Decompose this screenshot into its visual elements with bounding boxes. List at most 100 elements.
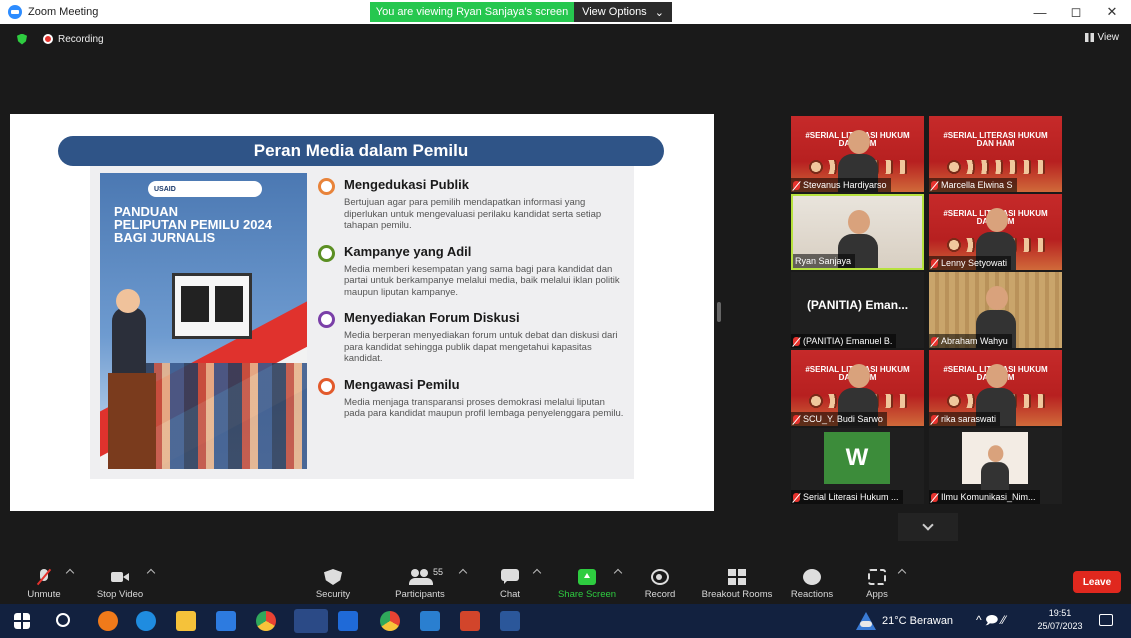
search-icon[interactable] — [56, 613, 70, 627]
breakout-rooms-button[interactable]: Breakout Rooms — [698, 560, 776, 604]
security-button[interactable]: Security — [312, 560, 354, 604]
participant-name: rika saraswati — [941, 414, 997, 424]
share-screen-button[interactable]: Share Screen — [556, 560, 618, 604]
participant-tile[interactable]: #SERIAL LITERASI HUKUM DAN HAM Stevanus H… — [791, 116, 924, 192]
participant-video-thumbnail — [962, 432, 1028, 491]
participant-tile[interactable]: Ilmu Komunikasi_Nim... — [929, 428, 1062, 504]
participants-options-caret[interactable] — [458, 568, 468, 578]
participant-tile[interactable]: #SERIAL LITERASI HUKUM DAN HAM Lenny Sety… — [929, 194, 1062, 270]
reactions-button[interactable]: Reactions — [788, 560, 836, 604]
poster-title-line: BAGI JURNALIS — [114, 230, 216, 245]
slide-point-title: Mengedukasi Publik — [344, 177, 469, 192]
chat-button[interactable]: Chat — [496, 560, 524, 604]
chat-options-caret[interactable] — [532, 568, 542, 578]
view-options-button[interactable]: View Options ⌄ — [574, 2, 672, 22]
participant-name: Abraham Wahyu — [941, 336, 1008, 346]
edge-icon[interactable] — [136, 611, 156, 631]
mic-muted-icon — [931, 414, 938, 424]
video-options-caret[interactable] — [146, 568, 156, 578]
split-resize-handle[interactable] — [717, 302, 721, 322]
windows-start-icon[interactable] — [14, 613, 30, 629]
participant-tile[interactable]: #SERIAL LITERASI HUKUM DAN HAM Marcella E… — [929, 116, 1062, 192]
participant-name: Marcella Elwina S — [941, 180, 1013, 190]
unmute-button[interactable]: Unmute — [24, 560, 64, 604]
participants-button[interactable]: 55 Participants — [392, 560, 448, 604]
photos-icon[interactable] — [420, 611, 440, 631]
mic-muted-icon — [793, 336, 800, 346]
close-button[interactable]: ✕ — [1094, 0, 1130, 24]
bullet-ring-icon — [318, 377, 335, 395]
recording-label: Recording — [58, 33, 104, 45]
participant-name: Serial Literasi Hukum ... — [803, 492, 899, 502]
participant-name: Lenny Setyowati — [941, 258, 1008, 268]
slide-point: Kampanye yang Adil Media memberi kesempat… — [318, 243, 628, 299]
system-tray-icons[interactable]: ^ 🗩 ⁄⁄ — [976, 604, 1006, 638]
participant-tile[interactable]: Abraham Wahyu — [929, 272, 1062, 348]
poster-ballot-board — [172, 273, 252, 339]
mic-muted-icon — [931, 492, 938, 502]
weather-icon[interactable] — [856, 612, 876, 630]
poster-crowd-illustration — [140, 363, 307, 469]
unmute-label: Unmute — [27, 589, 61, 600]
encryption-shield-icon[interactable] — [17, 33, 27, 45]
firefox-icon[interactable] — [98, 611, 118, 631]
participant-name-label: Ilmu Komunikasi_Nim... — [929, 490, 1040, 504]
audio-options-caret[interactable] — [65, 568, 75, 578]
participant-tile[interactable]: Ryan Sanjaya — [791, 194, 924, 270]
zoom-taskbar-icon[interactable] — [294, 609, 328, 633]
chrome-profile-icon[interactable] — [380, 611, 400, 631]
apps-options-caret[interactable] — [897, 568, 907, 578]
apps-icon — [868, 569, 886, 585]
mic-muted-icon — [931, 180, 938, 190]
taskbar-clock[interactable]: 19:51 25/07/2023 — [1034, 607, 1086, 633]
slide-content-card: USAID PANDUAN PELIPUTAN PEMILU 2024 BAGI… — [90, 166, 634, 479]
zoom-logo-icon — [8, 5, 22, 19]
share-screen-icon — [578, 569, 596, 585]
file-explorer-icon[interactable] — [176, 611, 196, 631]
slide-point-title: Kampanye yang Adil — [344, 243, 472, 259]
clock-time: 19:51 — [1048, 608, 1072, 618]
view-button[interactable]: View — [1084, 32, 1119, 43]
mail-icon[interactable] — [216, 611, 236, 631]
window-titlebar: Zoom Meeting You are viewing Ryan Sanjay… — [0, 0, 1131, 24]
participant-tile[interactable]: (PANITIA) Eman... (PANITIA) Emanuel B. — [791, 272, 924, 348]
slide-point-description: Bertujuan agar para pemilih mendapatkan … — [344, 197, 602, 231]
notifications-icon[interactable] — [1099, 614, 1113, 626]
slide-point-description: Media berperan menyediakan forum untuk d… — [344, 330, 618, 364]
slide-point-title: Menyediakan Forum Diskusi — [344, 310, 520, 325]
record-button[interactable]: Record — [642, 560, 678, 604]
participant-display-name: (PANITIA) Eman... — [806, 298, 909, 312]
recording-icon — [43, 34, 53, 44]
stop-video-button[interactable]: Stop Video — [94, 560, 146, 604]
chat-bubble-icon — [501, 569, 519, 585]
slide-point: Mengedukasi Publik Bertujuan agar para pe… — [318, 176, 628, 232]
leave-button[interactable]: Leave — [1073, 571, 1121, 593]
virtual-background-speakers — [947, 160, 1047, 174]
security-label: Security — [315, 589, 351, 600]
maximize-button[interactable]: ◻ — [1058, 0, 1094, 24]
minimize-button[interactable]: — — [1022, 0, 1058, 24]
participant-name-label: Serial Literasi Hukum ... — [791, 490, 903, 504]
word-icon[interactable] — [500, 611, 520, 631]
participant-name-label: Marcella Elwina S — [929, 178, 1017, 192]
participant-name-label: SCU_Y. Budi Sarwo — [791, 412, 887, 426]
gallery-next-page-button[interactable] — [898, 513, 958, 541]
store-icon[interactable] — [338, 611, 358, 631]
powerpoint-icon[interactable] — [460, 611, 480, 631]
meeting-toolbar: Unmute Stop Video Security 55 Participan… — [0, 560, 1131, 604]
participant-name-label: Lenny Setyowati — [929, 256, 1012, 270]
apps-button[interactable]: Apps — [862, 560, 892, 604]
poster-podium — [108, 373, 156, 469]
mic-muted-icon — [35, 569, 53, 585]
chrome-icon[interactable] — [256, 611, 276, 631]
mic-muted-icon — [793, 180, 800, 190]
apps-label: Apps — [866, 589, 888, 600]
weather-text[interactable]: 21°C Berawan — [882, 604, 953, 638]
participant-avatar: W — [824, 432, 890, 484]
record-icon — [651, 569, 669, 585]
breakout-rooms-label: Breakout Rooms — [701, 589, 773, 600]
participant-tile[interactable]: #SERIAL LITERASI HUKUM DAN HAM rika saras… — [929, 350, 1062, 426]
participant-tile[interactable]: W Serial Literasi Hukum ... — [791, 428, 924, 504]
participant-tile[interactable]: #SERIAL LITERASI HUKUM DAN HAM SCU_Y. Bud… — [791, 350, 924, 426]
window-title: Zoom Meeting — [28, 6, 99, 18]
